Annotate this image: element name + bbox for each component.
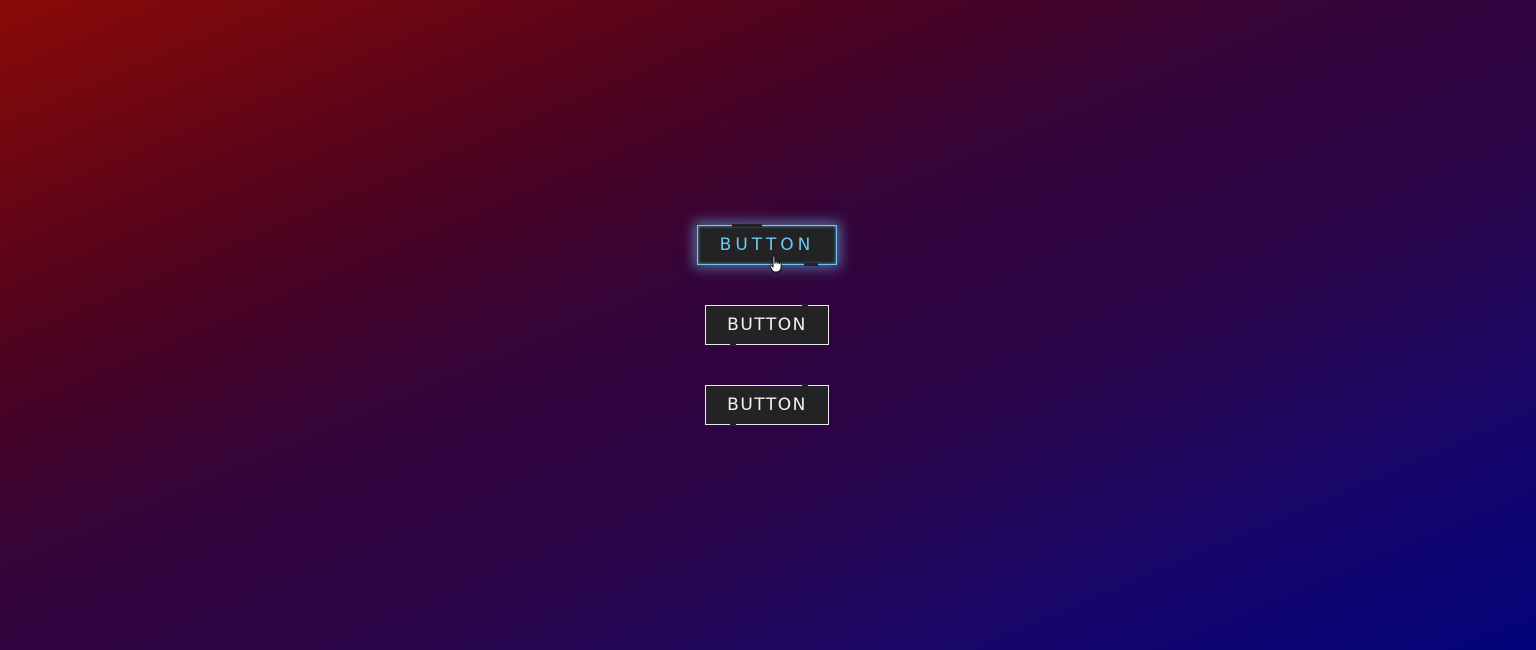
hand-pointer-icon [769, 255, 782, 273]
button-stack: BUTTON BUTTON BUTTON [0, 0, 1536, 650]
frame-notch [732, 224, 762, 227]
frame-notch [730, 423, 736, 426]
glow-button-1[interactable]: BUTTON [697, 224, 837, 266]
frame-notch [804, 263, 818, 266]
button-label: BUTTON [727, 315, 807, 335]
frame-notch [730, 343, 736, 346]
frame-notch [802, 384, 808, 387]
frame-notch [802, 304, 808, 307]
glow-button-2[interactable]: BUTTON [705, 304, 829, 346]
button-label: BUTTON [719, 235, 815, 255]
glow-button-3[interactable]: BUTTON [705, 384, 829, 426]
button-label: BUTTON [727, 395, 807, 415]
